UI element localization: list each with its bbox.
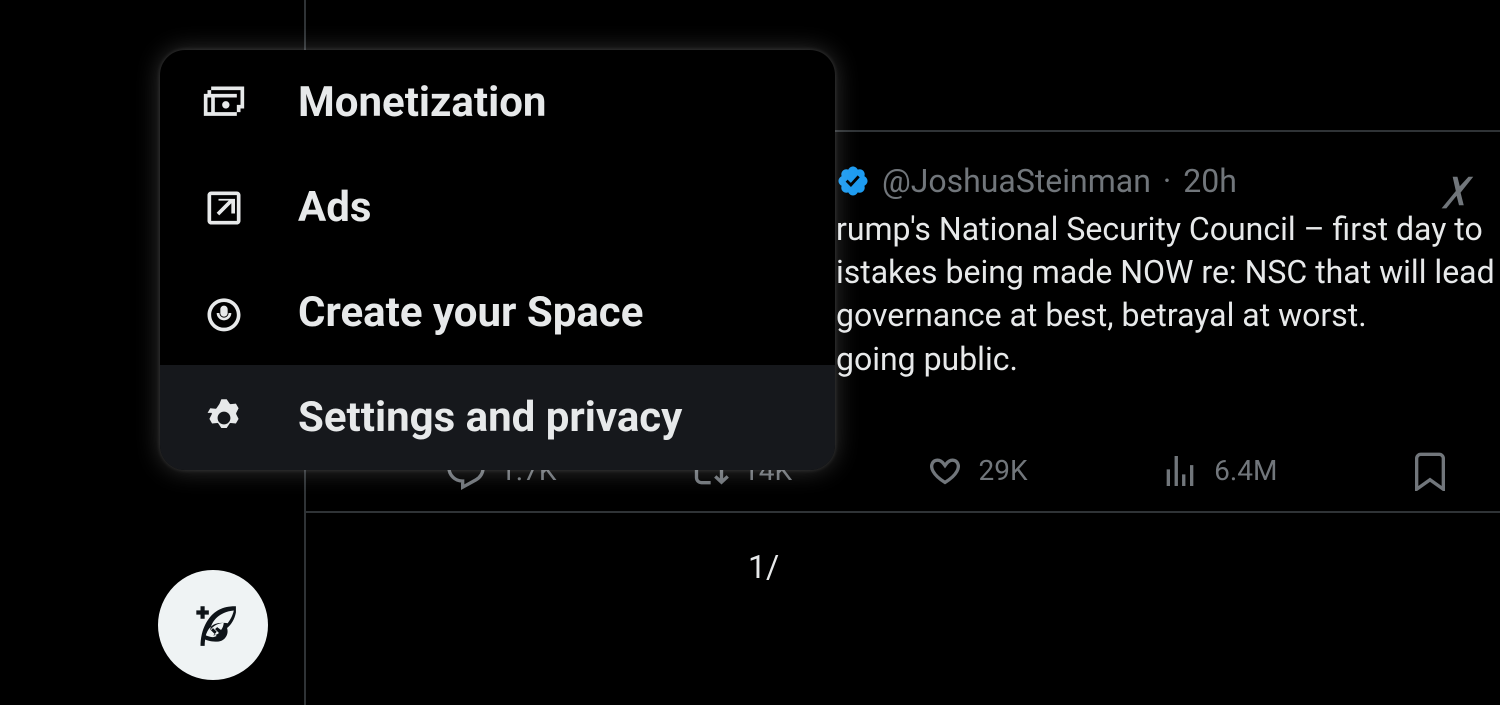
menu-label: Monetization — [298, 78, 546, 127]
separator-dot: · — [1163, 162, 1171, 200]
menu-item-ads[interactable]: Ads — [160, 155, 835, 260]
arrow-out-icon — [200, 184, 248, 232]
menu-item-monetization[interactable]: Monetization — [160, 50, 835, 155]
gear-icon — [200, 394, 248, 442]
heart-icon — [925, 451, 965, 491]
tweet-timestamp[interactable]: 20h — [1183, 162, 1237, 200]
menu-item-settings[interactable]: Settings and privacy — [160, 365, 835, 470]
more-menu: Monetization Ads Create your Space Setti… — [160, 50, 835, 470]
mic-icon — [200, 289, 248, 337]
verified-badge-icon — [836, 164, 870, 198]
chart-icon — [1160, 451, 1200, 491]
views-button[interactable]: 6.4M — [1160, 451, 1277, 491]
feather-icon — [188, 600, 238, 650]
view-count: 6.4M — [1214, 454, 1277, 487]
like-count: 29K — [979, 454, 1028, 487]
menu-item-create-space[interactable]: Create your Space — [160, 260, 835, 365]
tweet-handle[interactable]: @JoshuaSteinman — [882, 162, 1151, 200]
menu-label: Ads — [298, 183, 371, 232]
bookmark-button[interactable] — [1410, 451, 1450, 491]
like-button[interactable]: 29K — [925, 451, 1028, 491]
money-icon — [200, 79, 248, 127]
compose-button[interactable] — [158, 570, 268, 680]
menu-label: Create your Space — [298, 288, 643, 337]
menu-label: Settings and privacy — [298, 393, 682, 442]
bookmark-icon — [1410, 451, 1450, 491]
thread-marker: 1/ — [748, 548, 779, 586]
